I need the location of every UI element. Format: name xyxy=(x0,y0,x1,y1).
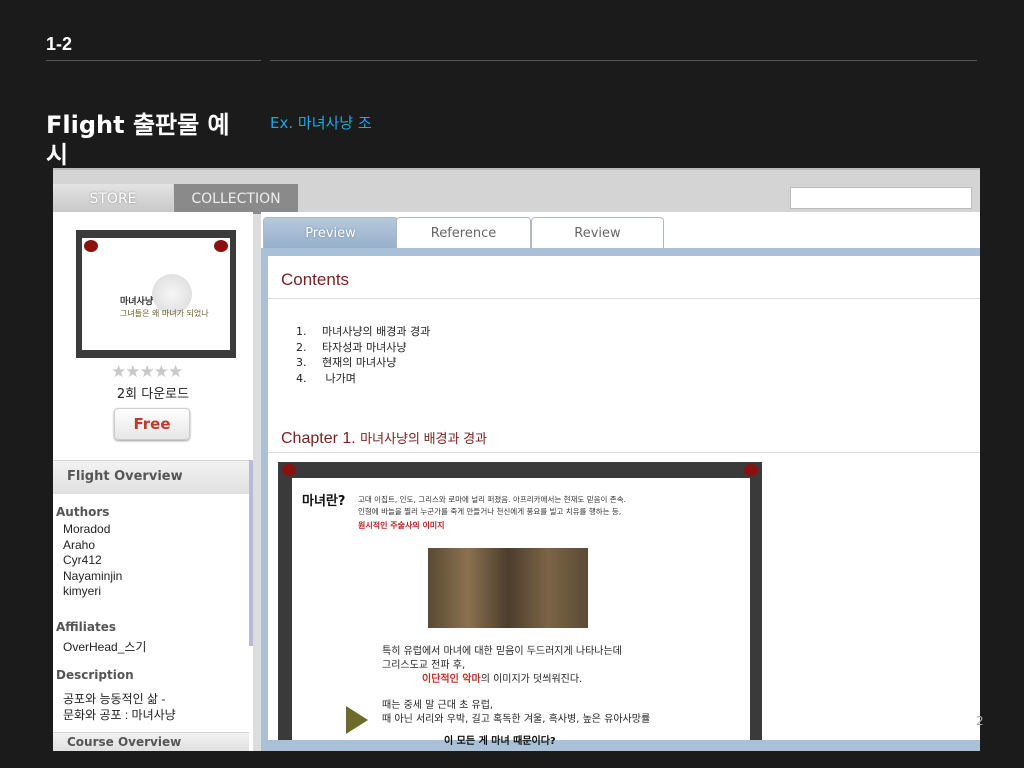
author-item: Moradod xyxy=(63,522,111,536)
thumbnail-page: 마녀란? 고대 이집트, 인도, 그리스와 로마에 널리 퍼졌음. 아프리카에서… xyxy=(292,478,750,747)
top-nav-bar: STORE COLLECTION xyxy=(53,168,980,214)
toc-text: 타자성과 마녀사냥 xyxy=(322,340,407,354)
cover-title: 마녀사냥 xyxy=(120,297,154,307)
rose-icon xyxy=(84,240,98,252)
rose-icon xyxy=(282,464,296,476)
toc-item: 1. 마녀사냥의 배경과 경과 xyxy=(296,324,430,340)
slide-number: 1-2 xyxy=(46,34,73,54)
thumb-text: 그리스도교 전파 후, xyxy=(382,660,466,671)
divider xyxy=(268,298,980,299)
thumb-line: 인형에 바늘을 찔러 누군가를 죽게 만들거나 천신에게 풍요를 빌고 치유를 … xyxy=(358,507,622,516)
thumb-text: 이단적인 악마의 이미지가 덧씌워진다. xyxy=(422,670,582,685)
affiliates-label: Affiliates xyxy=(56,620,117,634)
right-panel: Preview Reference Review Contents 1. 마녀사냥… xyxy=(261,212,980,751)
thumb-title: 마녀란? xyxy=(302,494,346,509)
thumb-illustration xyxy=(428,548,588,628)
download-count: 2회 다운로드 xyxy=(116,387,190,402)
author-item: Araho xyxy=(63,537,96,552)
description-line: 공포와 능동적인 삶 - xyxy=(63,692,166,706)
thumb-text-rest: 의 이미지가 덧씌워진다. xyxy=(480,674,583,685)
slide-subtitle: Ex. 마녀사냥 조 xyxy=(270,114,372,132)
tab-preview[interactable]: Preview xyxy=(263,217,398,249)
thumb-text: 특히 유럽에서 마녀에 대한 믿음이 두드러지게 나타나는데 xyxy=(382,646,622,657)
affiliates-value: OverHead_스기 xyxy=(63,640,147,654)
authors-list: Moradod Araho Cyr412 Nayaminjin kimyeri xyxy=(63,522,122,600)
authors-label: Authors xyxy=(56,505,110,519)
toc-number: 1. xyxy=(296,325,307,338)
toc-item: 4. 나가며 xyxy=(296,371,430,387)
chapter-title: 마녀사냥의 배경과 경과 xyxy=(360,431,487,446)
thumb-red-line: 원시적인 주술사의 이미지 xyxy=(358,521,445,530)
divider-left xyxy=(46,60,261,61)
preview-content: Contents 1. 마녀사냥의 배경과 경과 2. 타자성과 마녀사냥 3. 현재… xyxy=(268,256,980,747)
chapter-heading: Chapter 1. 마녀사냥의 배경과 경과 xyxy=(281,428,487,448)
toc-text: 현재의 마녀사냥 xyxy=(322,356,397,369)
rating-stars-icon[interactable]: ★★★★★ xyxy=(111,362,183,382)
toc-item: 3. 현재의 마녀사냥 xyxy=(296,355,430,371)
rose-icon xyxy=(744,464,758,476)
toc-text: 마녀사냥의 배경과 경과 xyxy=(322,325,431,338)
cover-image: 마녀사냥 그녀들은 왜 마녀가 되었나 xyxy=(76,230,236,358)
thumb-text: 때 아닌 서리와 우박, 길고 혹독한 겨울, 흑사병, 높은 유아사망률 xyxy=(382,714,651,725)
nav-store-tab[interactable]: STORE xyxy=(53,184,173,214)
rose-icon xyxy=(214,240,228,252)
thumb-red-text: 이단적인 악마 xyxy=(422,674,481,685)
cover-subtitle: 그녀들은 왜 마녀가 되었나 xyxy=(120,309,209,318)
tab-review[interactable]: Review xyxy=(531,217,664,249)
page-number: 2 xyxy=(976,714,984,728)
search-input[interactable] xyxy=(790,187,972,209)
divider xyxy=(268,452,980,453)
tab-reference[interactable]: Reference xyxy=(396,217,531,249)
thumb-text: 때는 중세 말 근대 초 유럽, xyxy=(382,700,494,711)
thumb-bold-text: 이 모든 게 마녀 때문이다? xyxy=(444,736,556,747)
toc-item: 2. 타자성과 마녀사냥 xyxy=(296,340,430,356)
slide-title: Flight 출판물 예시 xyxy=(46,111,230,169)
toc-number: 2. xyxy=(296,340,307,354)
author-item: kimyeri xyxy=(63,584,101,598)
store-screenshot: STORE COLLECTION 마녀사냥 그녀들은 왜 마녀가 되었나 ★★★… xyxy=(53,168,980,751)
thumb-line: 고대 이집트, 인도, 그리스와 로마에 널리 퍼졌음. 아프리카에서는 현재도… xyxy=(358,495,626,504)
preview-frame: Contents 1. 마녀사냥의 배경과 경과 2. 타자성과 마녀사냥 3. 현재… xyxy=(261,248,980,751)
table-of-contents: 1. 마녀사냥의 배경과 경과 2. 타자성과 마녀사냥 3. 현재의 마녀사냥 4.… xyxy=(296,324,430,386)
description-label: Description xyxy=(56,668,134,682)
overview-scrollbar[interactable] xyxy=(249,460,253,646)
author-item: Cyr412 xyxy=(63,553,102,567)
description-value: 공포와 능동적인 삶 - 문화와 공포 : 마녀사냥 xyxy=(63,692,176,723)
flight-overview-heading[interactable]: Flight Overview xyxy=(53,460,249,494)
free-button[interactable]: Free xyxy=(114,408,190,440)
toc-number: 4. xyxy=(296,371,307,385)
chapter-slide-thumbnail: 마녀란? 고대 이집트, 인도, 그리스와 로마에 널리 퍼졌음. 아프리카에서… xyxy=(278,462,762,747)
toc-text: 나가며 xyxy=(322,371,356,385)
left-panel: 마녀사냥 그녀들은 왜 마녀가 되었나 ★★★★★ 2회 다운로드 Free F… xyxy=(53,212,253,751)
nav-collection-tab[interactable]: COLLECTION xyxy=(174,184,298,214)
description-line: 문화와 공포 : 마녀사냥 xyxy=(63,707,176,722)
course-overview-heading[interactable]: Course Overview xyxy=(53,732,249,751)
arrow-right-icon xyxy=(346,706,368,734)
cover-inner: 마녀사냥 그녀들은 왜 마녀가 되었나 xyxy=(82,238,230,350)
contents-heading: Contents xyxy=(281,270,350,289)
toc-number: 3. xyxy=(296,356,307,369)
author-item: Nayaminjin xyxy=(63,568,123,583)
divider-right xyxy=(270,60,977,61)
chapter-label: Chapter 1. xyxy=(281,430,356,447)
